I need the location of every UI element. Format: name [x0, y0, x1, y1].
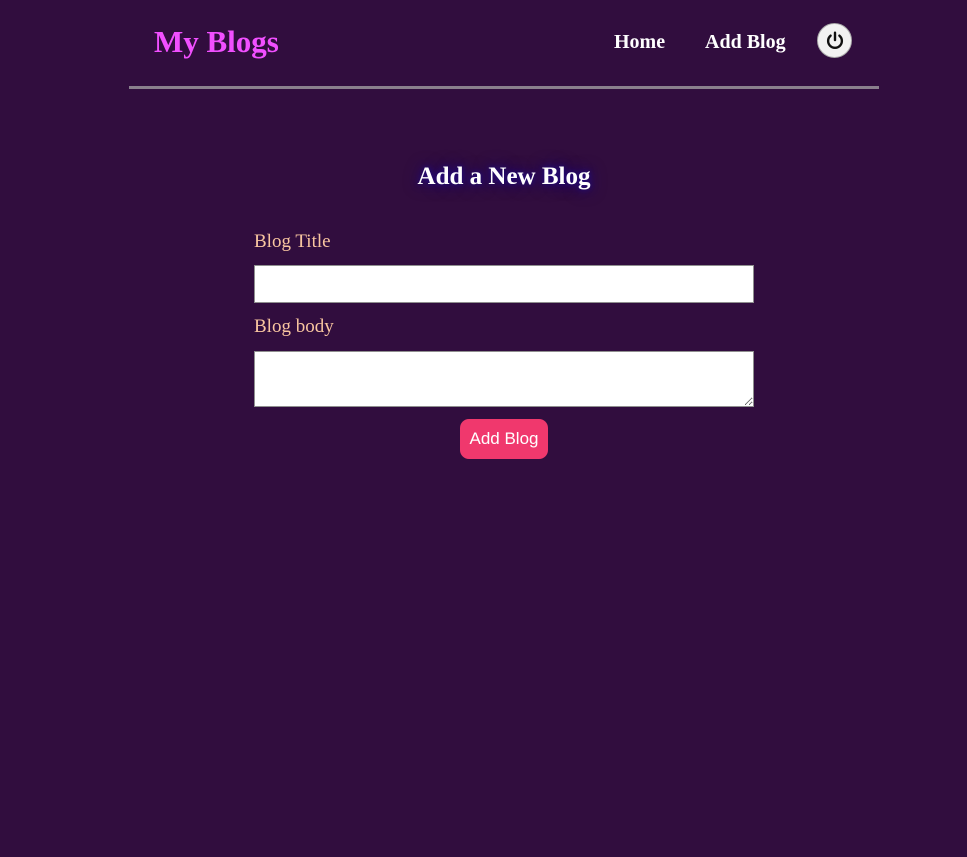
power-icon [824, 30, 846, 52]
blog-title-label: Blog Title [254, 231, 331, 252]
nav-link-home[interactable]: Home [614, 31, 665, 53]
blog-body-label: Blog body [254, 316, 334, 337]
page: My Blogs Home Add Blog Add a New Blog Bl… [0, 0, 967, 857]
blog-body-textarea[interactable] [254, 351, 754, 407]
blog-title-input[interactable] [254, 265, 754, 303]
navbar: My Blogs Home Add Blog [129, 0, 879, 89]
brand-logo[interactable]: My Blogs [154, 24, 279, 60]
add-blog-button[interactable]: Add Blog [460, 419, 548, 459]
form-title: Add a New Blog [417, 163, 591, 190]
logout-button[interactable] [817, 23, 852, 58]
nav-link-add-blog[interactable]: Add Blog [705, 31, 786, 53]
